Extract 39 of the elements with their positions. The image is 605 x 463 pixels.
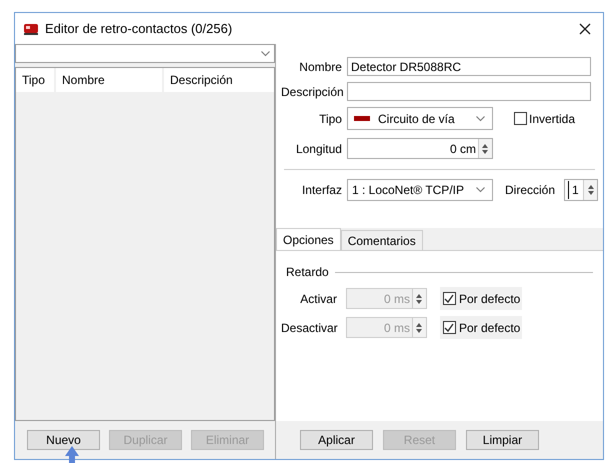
column-header[interactable]: Descripción (164, 68, 274, 92)
window-title: Editor de retro-contactos (0/256) (45, 20, 232, 38)
locomotive-icon (23, 22, 39, 36)
field-label: Longitud (294, 140, 342, 158)
field-label: Activar (299, 290, 338, 308)
checkbox-label: Invertida (528, 110, 576, 128)
text-field[interactable]: Detector DR5088RC (346, 57, 591, 76)
delay-spinner: 0 ms (346, 317, 427, 338)
interface-dropdown[interactable]: 1 : LocoNet® TCP/IP (346, 179, 493, 201)
spinner-arrows-icon[interactable] (478, 139, 492, 158)
field-label: Tipo (318, 110, 342, 128)
checkbox[interactable] (514, 112, 527, 125)
arrow-icon (64, 446, 80, 463)
group-title: Retardo (286, 264, 329, 281)
tab[interactable]: Opciones (276, 228, 341, 250)
checkbox-label: Por defecto (458, 290, 520, 308)
field-label: Descripción (280, 84, 342, 100)
field-label: Interfaz (300, 182, 342, 199)
close-icon[interactable] (579, 22, 591, 34)
action-button[interactable]: Aplicar (300, 430, 373, 450)
chevron-down-icon (476, 116, 485, 122)
filter-dropdown[interactable] (15, 44, 275, 63)
type-dropdown[interactable]: Circuito de vía (346, 107, 493, 130)
field-label: Nombre (298, 58, 342, 76)
delay-spinner: 0 ms (346, 288, 427, 309)
field-label: Desactivar (280, 320, 339, 336)
field-label: Dirección (504, 182, 555, 199)
chevron-down-icon (260, 50, 270, 56)
spinner-arrows-icon[interactable] (583, 180, 597, 200)
tab[interactable]: Comentarios (340, 230, 423, 250)
column-header[interactable]: Tipo (16, 68, 54, 92)
column-header[interactable]: Nombre (56, 68, 162, 92)
action-button[interactable]: Limpiar (466, 430, 539, 450)
text-field[interactable] (346, 82, 591, 101)
action-button[interactable]: Nuevo (27, 430, 100, 450)
address-spinner[interactable]: 1 (564, 179, 598, 201)
chevron-down-icon (476, 187, 485, 193)
length-spinner[interactable]: 0 cm (346, 138, 493, 159)
checkbox-label: Por defecto (458, 320, 520, 336)
